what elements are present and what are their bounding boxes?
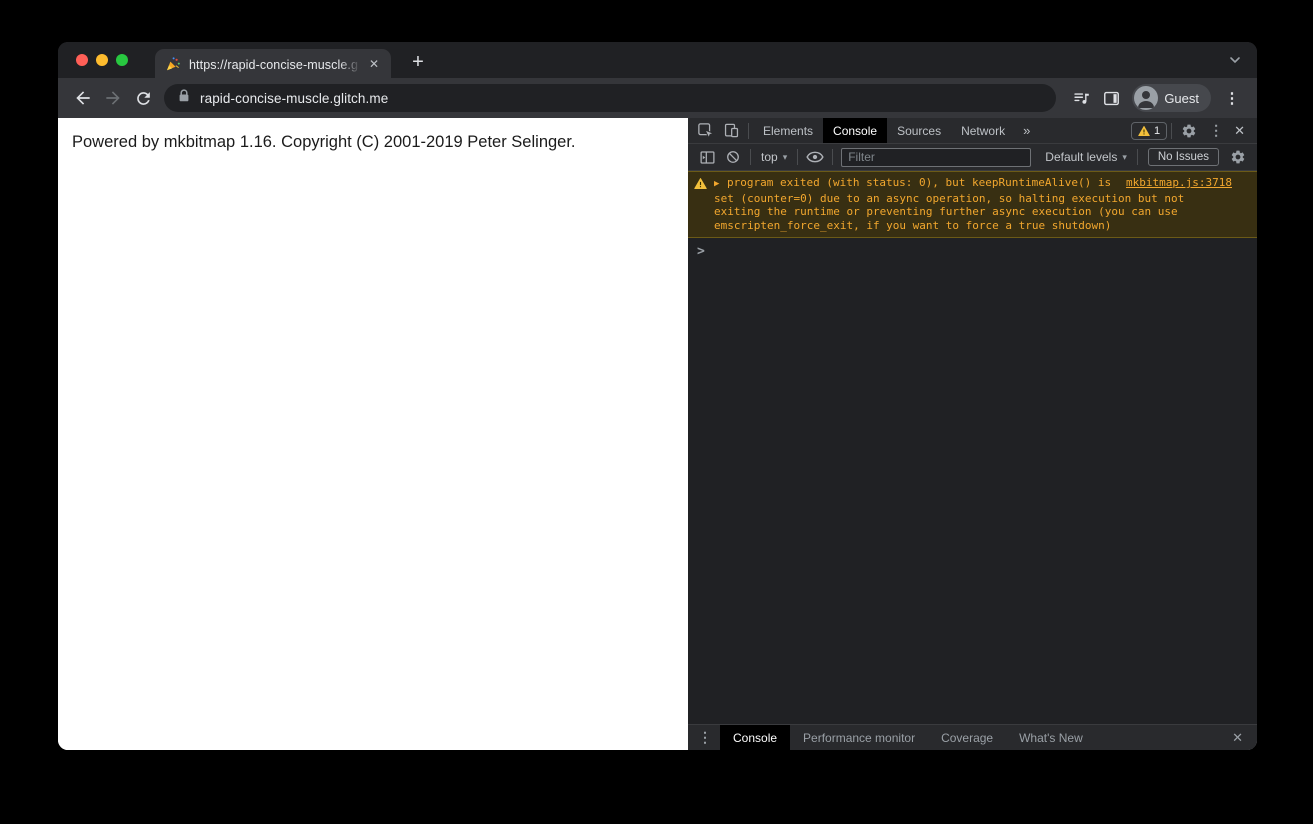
console-sidebar-icon[interactable] [694, 146, 720, 168]
console-empty-space[interactable] [688, 259, 1257, 724]
divider [1136, 149, 1138, 165]
warning-message-body: mkbitmap.js:3718 ▶ program exited (with s… [714, 176, 1232, 232]
url-bar[interactable]: rapid-concise-muscle.glitch.me [164, 84, 1057, 112]
tab-elements[interactable]: Elements [753, 118, 823, 143]
filter-input[interactable] [841, 147, 1032, 167]
live-expression-eye-icon[interactable] [802, 146, 828, 168]
browser-toolbar: rapid-concise-muscle.glitch.me Guest ⋮ [58, 78, 1257, 118]
window-content: Powered by mkbitmap 1.16. Copyright (C) … [58, 118, 1257, 750]
warning-count-badge[interactable]: 1 [1130, 121, 1168, 140]
console-messages-area: mkbitmap.js:3718 ▶ program exited (with s… [688, 171, 1257, 724]
side-panel-icon[interactable] [1096, 83, 1126, 113]
profile-button[interactable]: Guest [1132, 84, 1211, 112]
warning-triangle-icon [694, 176, 708, 232]
console-toolbar: top ▾ Default levels ▾ No Issues [688, 144, 1257, 171]
drawer-close-icon[interactable]: ✕ [1228, 730, 1247, 746]
browser-tab[interactable]: https://rapid-concise-muscle.g ✕ [155, 49, 391, 78]
device-toolbar-icon[interactable] [718, 120, 744, 142]
console-settings-gear-icon[interactable] [1225, 146, 1251, 168]
lock-icon[interactable] [178, 88, 190, 108]
console-prompt-chevron: > [697, 244, 705, 259]
browser-window: https://rapid-concise-muscle.g ✕ + rapid… [58, 42, 1257, 750]
close-window-button[interactable] [76, 54, 88, 66]
drawer-more-tools-kebab-icon[interactable]: ⋮ [692, 729, 720, 746]
tab-search-chevron-icon[interactable] [1228, 53, 1242, 67]
devtools-close-icon[interactable]: ✕ [1230, 123, 1251, 139]
drawer-tab-coverage[interactable]: Coverage [928, 725, 1006, 750]
tab-title: https://rapid-concise-muscle.g [189, 55, 361, 72]
more-panels-icon[interactable]: » [1015, 123, 1038, 138]
page-text: Powered by mkbitmap 1.16. Copyright (C) … [72, 133, 576, 151]
warning-count: 1 [1153, 124, 1161, 137]
tab-close-icon[interactable]: ✕ [365, 55, 383, 73]
warning-message-text: program exited (with status: 0), but kee… [714, 176, 1185, 232]
drawer-tab-console[interactable]: Console [720, 725, 791, 750]
minimize-window-button[interactable] [96, 54, 108, 66]
log-levels-dropdown[interactable]: Default levels ▾ [1039, 150, 1133, 164]
window-controls [76, 54, 128, 66]
devtools-panel: Elements Console Sources Network » 1 ⋮ ✕… [688, 118, 1257, 750]
divider [832, 149, 834, 165]
divider [1171, 122, 1173, 139]
back-button[interactable] [68, 83, 98, 113]
tab-console[interactable]: Console [823, 118, 888, 143]
source-location-link[interactable]: mkbitmap.js:3718 [1126, 176, 1232, 190]
chevron-down-icon: ▾ [1122, 151, 1127, 162]
divider [750, 149, 751, 165]
divider [797, 149, 799, 165]
tab-title-fade [339, 55, 361, 72]
party-popper-favicon-icon [165, 56, 181, 72]
context-selector-dropdown[interactable]: top ▾ [755, 150, 793, 164]
tab-sources[interactable]: Sources [887, 118, 951, 143]
divider [748, 122, 749, 139]
tab-network[interactable]: Network [951, 118, 1015, 143]
fullscreen-window-button[interactable] [116, 54, 128, 66]
devtools-menu-kebab-icon[interactable]: ⋮ [1202, 122, 1230, 139]
browser-menu-kebab-icon[interactable]: ⋮ [1217, 83, 1247, 113]
reload-button[interactable] [128, 83, 158, 113]
expand-message-icon[interactable]: ▶ [714, 178, 727, 192]
console-prompt[interactable]: > [688, 238, 1257, 259]
devtools-drawer: ⋮ Console Performance monitor Coverage W… [688, 724, 1257, 750]
profile-label: Guest [1164, 90, 1199, 106]
no-issues-button[interactable]: No Issues [1147, 148, 1219, 166]
devtools-settings-gear-icon[interactable] [1176, 120, 1202, 142]
chevron-down-icon: ▾ [782, 151, 788, 162]
drawer-tab-whats-new[interactable]: What's New [1006, 725, 1096, 750]
clear-console-icon[interactable] [720, 146, 746, 168]
new-tab-button[interactable]: + [404, 48, 432, 76]
console-warning-message[interactable]: mkbitmap.js:3718 ▶ program exited (with s… [688, 171, 1257, 238]
devtools-tabbar: Elements Console Sources Network » 1 ⋮ ✕ [688, 118, 1257, 144]
tab-strip: https://rapid-concise-muscle.g ✕ + [58, 42, 1257, 78]
inspect-element-icon[interactable] [692, 120, 718, 142]
media-controls-icon[interactable] [1066, 83, 1096, 113]
page-content: Powered by mkbitmap 1.16. Copyright (C) … [58, 118, 688, 750]
drawer-tab-performance-monitor[interactable]: Performance monitor [790, 725, 928, 750]
forward-button[interactable] [98, 83, 128, 113]
guest-avatar [1134, 86, 1159, 110]
url-text: rapid-concise-muscle.glitch.me [200, 90, 389, 106]
